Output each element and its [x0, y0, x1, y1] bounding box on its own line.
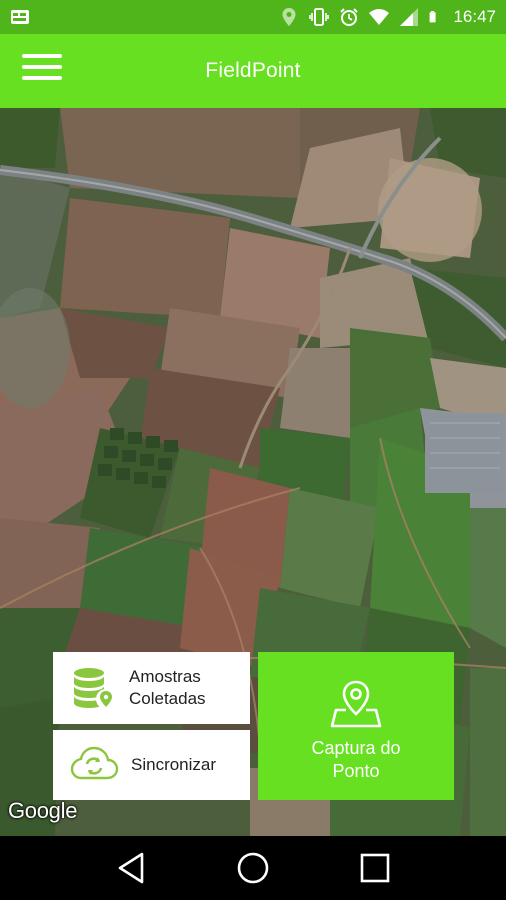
sync-label: Sincronizar [131, 755, 217, 774]
wifi-icon [369, 9, 390, 25]
map-pin-icon [330, 680, 382, 728]
battery-icon [430, 11, 437, 23]
samples-button[interactable]: Amostras Coletadas [53, 652, 250, 724]
home-icon[interactable] [233, 848, 273, 888]
samples-label: Amostras Coletadas [129, 667, 206, 708]
status-time: 16:47 [453, 7, 496, 26]
sync-button[interactable]: Sincronizar [53, 730, 250, 800]
recents-icon[interactable] [355, 848, 395, 888]
navigation-bar [0, 836, 506, 900]
google-attribution: Google [8, 798, 78, 823]
vibrate-icon [309, 8, 330, 26]
notification-icon [11, 10, 29, 24]
cloud-sync-icon [70, 746, 119, 780]
back-icon[interactable] [111, 848, 151, 888]
signal-icon [400, 8, 419, 26]
alarm-icon [340, 8, 359, 26]
app-title: FieldPoint [205, 59, 301, 82]
location-icon [282, 8, 296, 26]
status-bar: 16:47 [0, 0, 506, 34]
hamburger-menu-icon[interactable] [22, 54, 62, 86]
database-location-icon [74, 668, 116, 709]
capture-point-button[interactable]: Captura do Ponto [258, 652, 454, 800]
capture-label: Captura do Ponto [311, 738, 401, 781]
app-bar: FieldPoint [0, 34, 506, 108]
